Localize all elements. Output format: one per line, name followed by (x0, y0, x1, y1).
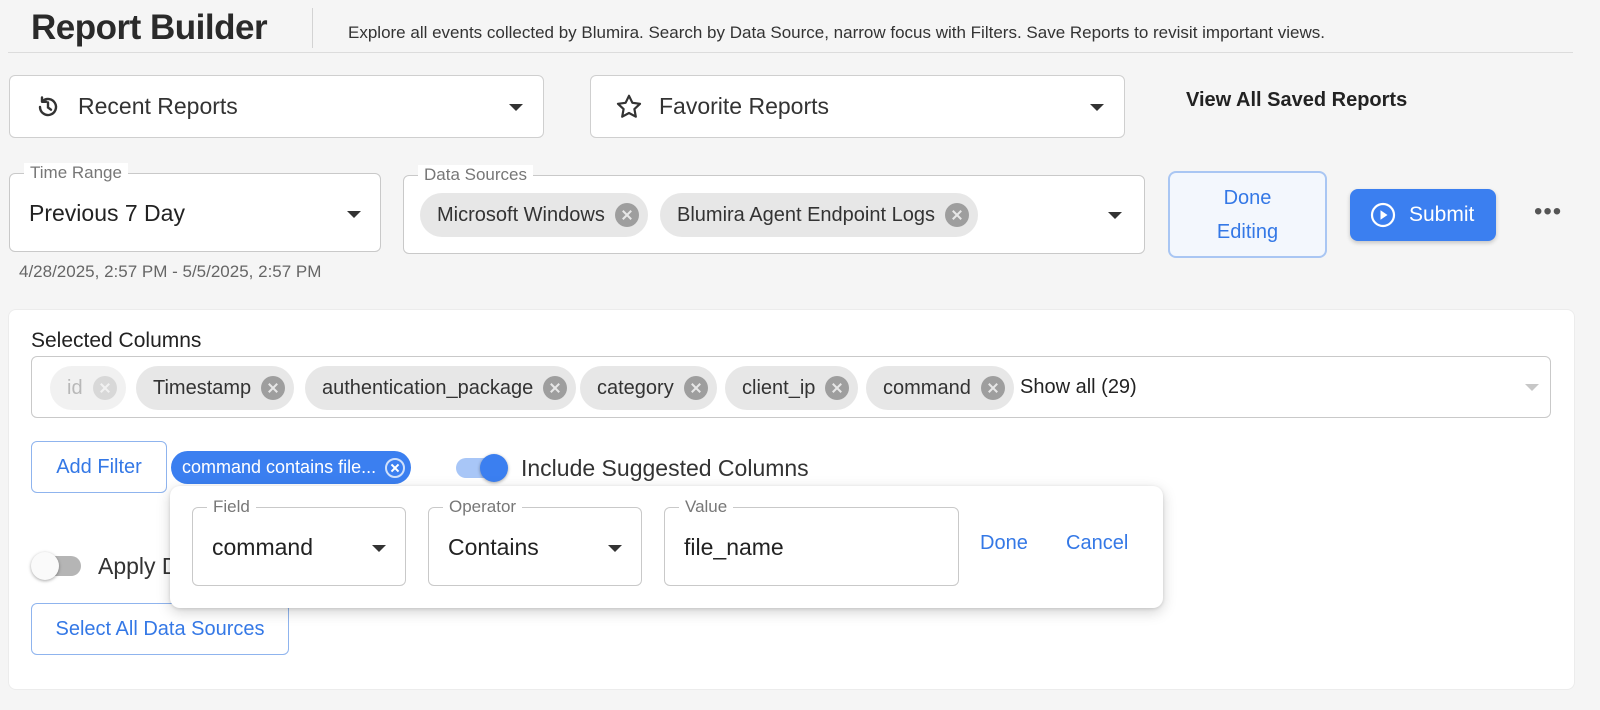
apply-toggle[interactable] (31, 552, 83, 580)
filter-operator-select[interactable]: Operator Contains (428, 497, 642, 586)
data-source-chip[interactable]: Microsoft Windows (420, 193, 648, 237)
remove-chip-icon[interactable] (944, 203, 969, 227)
column-chip-client-ip[interactable]: client_ip (725, 366, 859, 410)
data-source-chip[interactable]: Blumira Agent Endpoint Logs (660, 193, 978, 237)
field-legend: Field (207, 497, 256, 517)
remove-chip-icon[interactable] (92, 376, 117, 400)
chevron-down-icon (1525, 384, 1539, 391)
remove-chip-icon[interactable] (980, 376, 1005, 400)
column-chip-authentication-package[interactable]: authentication_package (305, 366, 577, 410)
chevron-down-icon (347, 211, 361, 218)
remove-chip-icon[interactable] (825, 376, 850, 400)
history-icon (34, 93, 62, 121)
filter-editor-popover: Field command Operator Contains Value fi… (170, 486, 1163, 608)
select-all-data-sources-button[interactable]: Select All Data Sources (31, 603, 289, 655)
time-range-hint: 4/28/2025, 2:57 PM - 5/5/2025, 2:57 PM (19, 262, 322, 281)
show-all-columns[interactable]: Show all (29) (1020, 376, 1137, 399)
column-chip-label: category (597, 376, 674, 399)
header-rule (8, 52, 1573, 53)
column-chip-id[interactable]: id (50, 366, 126, 410)
time-range-legend: Time Range (24, 163, 128, 183)
selected-columns-select[interactable]: id Timestamp authentication_package cate… (31, 356, 1551, 418)
page-title: Report Builder (31, 8, 268, 47)
active-filter-chip[interactable]: command contains file... (171, 451, 412, 484)
header-divider (312, 8, 313, 48)
column-chip-label: command (883, 376, 971, 399)
favorite-reports-label: Favorite Reports (659, 93, 830, 119)
chevron-down-icon (608, 545, 622, 552)
recent-reports-select[interactable]: Recent Reports (9, 75, 544, 138)
filter-field-select[interactable]: Field command (192, 497, 406, 586)
done-editing-label-line2: Editing (1216, 220, 1279, 243)
column-chip-label: client_ip (742, 376, 816, 399)
remove-chip-icon[interactable] (261, 376, 286, 400)
submit-label: Submit (1409, 203, 1475, 226)
submit-button[interactable]: Submit (1350, 189, 1496, 241)
operator-legend: Operator (443, 497, 523, 517)
recent-reports-label: Recent Reports (78, 93, 238, 119)
page-description: Explore all events collected by Blumira.… (348, 23, 1325, 42)
star-icon (615, 93, 643, 121)
remove-chip-icon[interactable] (543, 376, 568, 400)
filter-cancel-button[interactable]: Cancel (1066, 532, 1128, 555)
data-source-chip-label: Microsoft Windows (437, 203, 605, 226)
remove-chip-icon[interactable] (683, 376, 708, 400)
data-source-chip-label: Blumira Agent Endpoint Logs (677, 203, 935, 226)
play-circle-icon (1370, 202, 1396, 228)
data-sources-select[interactable]: Data Sources Microsoft Windows Blumira A… (403, 165, 1145, 254)
add-filter-button[interactable]: Add Filter (31, 441, 167, 493)
filter-value-input[interactable]: Value file_name (664, 497, 959, 586)
value-legend: Value (679, 497, 734, 517)
field-value: command (212, 534, 313, 560)
column-chip-command[interactable]: command (866, 366, 1014, 410)
remove-chip-icon[interactable] (614, 203, 639, 227)
data-sources-legend: Data Sources (418, 165, 533, 185)
chevron-down-icon (1090, 104, 1104, 111)
column-chip-label: authentication_package (322, 376, 534, 399)
time-range-value: Previous 7 Day (29, 200, 185, 226)
value-text: file_name (684, 534, 784, 560)
column-chip-category[interactable]: category (580, 366, 717, 410)
include-suggested-toggle[interactable] (456, 454, 508, 482)
favorite-reports-select[interactable]: Favorite Reports (590, 75, 1125, 138)
chevron-down-icon (1108, 212, 1122, 219)
time-range-select[interactable]: Time Range Previous 7 Day (9, 163, 381, 252)
chevron-down-icon (509, 104, 523, 111)
view-all-saved-reports-link[interactable]: View All Saved Reports (1186, 89, 1407, 112)
selected-columns-label: Selected Columns (31, 329, 202, 352)
toggle-knob (31, 552, 59, 580)
toggle-knob (480, 454, 508, 482)
chevron-down-icon (372, 545, 386, 552)
include-suggested-label: Include Suggested Columns (521, 455, 809, 481)
column-chip-label: Timestamp (153, 376, 252, 399)
column-chip-label: id (67, 376, 83, 399)
filter-done-button[interactable]: Done (980, 532, 1028, 555)
remove-filter-icon[interactable] (385, 457, 406, 478)
more-options-button[interactable]: ••• (1534, 198, 1562, 226)
apply-label: Apply D (98, 553, 179, 579)
done-editing-label-line1: Done (1223, 186, 1272, 209)
done-editing-button[interactable]: Done Editing (1168, 171, 1327, 258)
column-chip-timestamp[interactable]: Timestamp (136, 366, 295, 410)
active-filter-label: command contains file... (182, 457, 377, 477)
operator-value: Contains (448, 534, 539, 560)
